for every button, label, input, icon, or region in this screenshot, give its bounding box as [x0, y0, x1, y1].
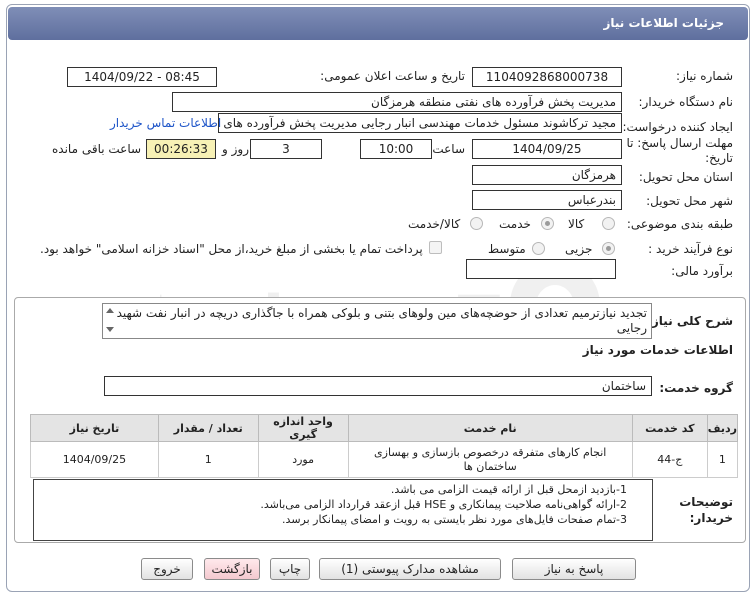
deadline-time-field: 10:00 [360, 139, 432, 159]
treasury-payment-checkbox[interactable] [429, 241, 442, 254]
col-date: تاریخ نیاز [30, 414, 159, 442]
city-field: بندرعباس [472, 190, 622, 210]
col-unit: واحد اندازه گیری [257, 414, 349, 442]
requester-field: مجید ترکاشوند مسئول خدمات مهندسی انبار ر… [218, 113, 622, 133]
col-name: نام خدمت [347, 414, 633, 442]
purchase-radio-minor[interactable] [602, 242, 615, 255]
need-number-field: 1104092868000738 [472, 67, 622, 87]
col-code: کد خدمت [631, 414, 708, 442]
city-label: شهر محل تحویل: [646, 194, 733, 208]
need-number-label: شماره نیاز: [676, 69, 733, 83]
table-row: 1 ج-44 انجام کارهای متفرقه درخصوص بازساز… [30, 441, 739, 478]
category-radio-service[interactable] [541, 217, 554, 230]
deadline-time-label: ساعت [432, 142, 465, 156]
budget-label: برآورد مالی: [671, 264, 733, 278]
announce-datetime-field: 1404/09/22 - 08:45 [67, 67, 217, 87]
buyer-org-field: مدیریت پخش فرآورده های نفتی منطقه هرمزگا… [172, 92, 622, 112]
note-number: 2- [616, 498, 627, 511]
purchase-option-medium: متوسط [488, 242, 526, 256]
service-group-field: ساختمان [104, 376, 652, 396]
category-option-goods-service: کالا/خدمت [408, 217, 461, 231]
note-number: 3- [616, 513, 627, 526]
note-text: ارائه گواهی‌نامه صلاحیت پیمانکاری و HSE … [260, 498, 616, 511]
budget-field [466, 259, 616, 279]
note-line: 2- ارائه گواهی‌نامه صلاحیت پیمانکاری و H… [42, 497, 644, 512]
row-index: 1 [706, 441, 739, 478]
buyer-notes-label: توضیحات خریدار: [679, 495, 733, 525]
reply-button[interactable]: پاسخ به نیاز [512, 558, 636, 580]
category-label: طبقه بندی موضوعی: [626, 217, 733, 231]
service-group-label: گروه خدمت: [659, 381, 733, 395]
note-text: بازدید ازمحل قبل از ارائه قیمت الزامی می… [390, 483, 616, 496]
note-line: 1- بازدید ازمحل قبل از ارائه قیمت الزامی… [42, 482, 644, 497]
remaining-time-field: 00:26:33 [146, 139, 216, 159]
remaining-time-label: ساعت باقی مانده [52, 142, 142, 156]
buyer-contact-link[interactable]: اطلاعات تماس خریدار [110, 116, 221, 130]
category-option-goods: کالا [568, 217, 585, 231]
header-bar: جزئیات اطلاعات نیاز [8, 7, 748, 40]
deadline-date-field: 1404/09/25 [472, 139, 622, 159]
page-title: جزئیات اطلاعات نیاز [603, 16, 724, 30]
row-unit: مورد [257, 441, 349, 478]
category-radio-goods-service[interactable] [470, 217, 483, 230]
description-scroll-arrows[interactable] [104, 305, 116, 335]
col-index: ردیف [706, 414, 739, 442]
exit-button[interactable]: خروج [141, 558, 193, 580]
province-label: استان محل تحویل: [638, 170, 733, 184]
services-table: ردیف کد خدمت نام خدمت واحد اندازه گیری ت… [30, 414, 739, 478]
announce-datetime-label: تاریخ و ساعت اعلان عمومی: [320, 69, 465, 83]
row-code: ج-44 [631, 441, 708, 478]
purchase-radio-medium[interactable] [532, 242, 545, 255]
note-line: 3- تمام صفحات فایل‌های مورد نظر بایستی ب… [42, 512, 644, 527]
days-field: 3 [250, 139, 322, 159]
print-button[interactable]: چاپ [270, 558, 310, 580]
table-header-row: ردیف کد خدمت نام خدمت واحد اندازه گیری ت… [30, 414, 739, 442]
general-description-field: تجدید نیازترمیم تعدادی از حوضچه‌های مین … [102, 303, 652, 339]
treasury-payment-note: پرداخت تمام یا بخشی از مبلغ خرید،از محل … [40, 242, 423, 256]
buyer-org-label: نام دستگاه خریدار: [638, 95, 734, 109]
days-label: روز و [222, 142, 249, 156]
province-field: هرمزگان [472, 165, 622, 185]
note-number: 1- [616, 483, 627, 496]
col-qty: تعداد / مقدار [157, 414, 259, 442]
category-option-service: خدمت [499, 217, 531, 231]
row-name: انجام کارهای متفرقه درخصوص بازسازی و بهس… [347, 441, 633, 478]
row-date: 1404/09/25 [30, 441, 159, 478]
general-description-label: شرح کلی نیاز: [647, 314, 733, 328]
purchase-option-minor: جزیی [565, 242, 593, 256]
services-title: اطلاعات خدمات مورد نیاز [582, 343, 733, 357]
attachments-button[interactable]: مشاهده مدارک پیوستی (1) [319, 558, 501, 580]
deadline-label: مهلت ارسال پاسخ: تا تاریخ: [626, 136, 733, 165]
note-text: تمام صفحات فایل‌های مورد نظر بایستی به ر… [282, 513, 616, 526]
requester-label: ایجاد کننده درخواست: [622, 120, 733, 134]
purchase-type-label: نوع فرآیند خرید : [648, 242, 733, 256]
back-button[interactable]: بازگشت [204, 558, 260, 580]
category-radio-goods[interactable] [602, 217, 615, 230]
buyer-notes-box: 1- بازدید ازمحل قبل از ارائه قیمت الزامی… [33, 479, 653, 541]
row-qty: 1 [157, 441, 259, 478]
